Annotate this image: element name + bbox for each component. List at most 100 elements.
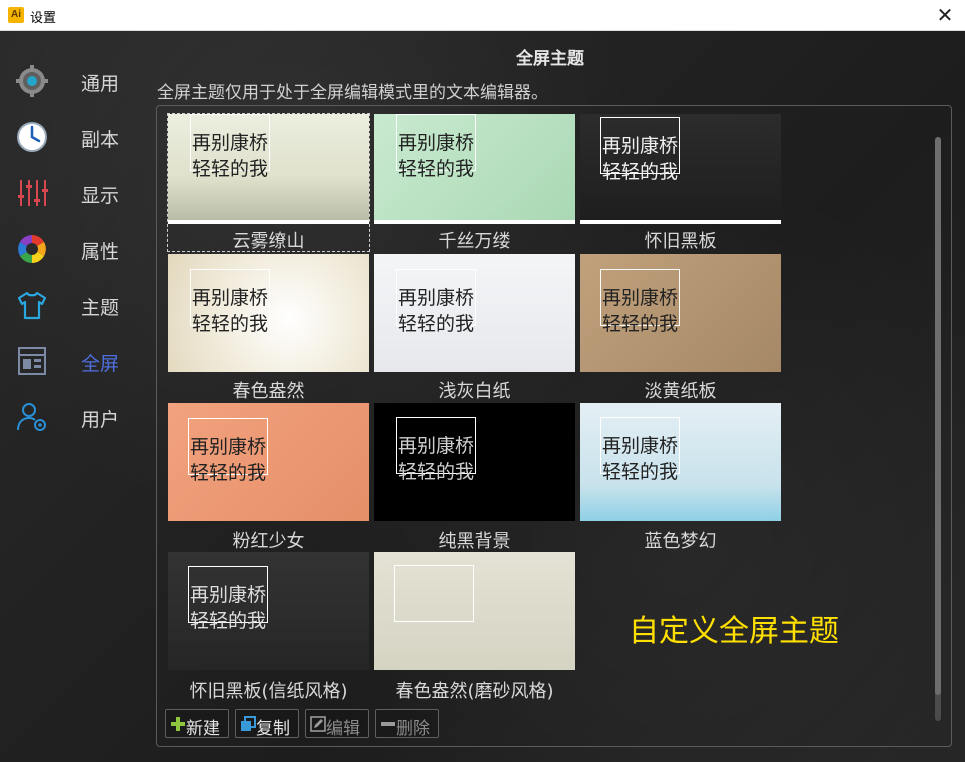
theme-thumbnail: 再别康桥 轻轻的我: [168, 114, 369, 220]
new-button[interactable]: 新建: [165, 709, 229, 739]
sidebar-item-label: 显示: [81, 185, 120, 207]
sidebar-item-theme[interactable]: 主题: [0, 277, 150, 333]
preview-text-line: 轻轻的我: [398, 158, 475, 180]
theme-thumbnail: 再别康桥 轻轻的我: [168, 552, 369, 670]
preview-text-line: 再别康桥: [398, 435, 475, 457]
theme-tile[interactable]: 再别康桥轻轻的我 纯黑背景: [374, 403, 575, 552]
theme-tile[interactable]: 再别康桥轻轻的我 淡黄纸板: [580, 254, 781, 402]
theme-thumbnail: 再别康桥 轻轻的我: [168, 403, 369, 521]
preview-text-line: 轻轻的我: [398, 461, 475, 483]
theme-name: 纯黑背景: [438, 531, 511, 552]
preview-text-line: 再别康桥: [602, 287, 679, 309]
copy-icon: [241, 716, 256, 731]
theme-name: 千丝万缕: [438, 231, 511, 252]
sidebar-item-label: 用户: [81, 409, 120, 431]
sidebar-item-label: 主题: [81, 297, 120, 319]
theme-tile[interactable]: 再别康桥轻轻的我 蓝色梦幻: [580, 403, 781, 552]
copy-button[interactable]: 复制: [235, 709, 299, 739]
theme-name: 怀旧黑板(信纸风格): [189, 681, 348, 702]
preview-text-line: 轻轻的我: [602, 313, 679, 335]
tshirt-icon: [17, 291, 47, 320]
preview-text-line: 再别康桥: [398, 132, 475, 154]
sidebar-item-general[interactable]: 通用: [0, 53, 150, 109]
fullscreen-icon: [18, 347, 46, 375]
preview-text-line: 轻轻的我: [192, 313, 269, 335]
color-wheel-icon: [18, 235, 46, 263]
theme-name: 春色盎然: [232, 381, 305, 402]
preview-text-line: 轻轻的我: [398, 313, 475, 335]
theme-tile[interactable]: 再别康桥轻轻的我 浅灰白纸: [374, 254, 575, 402]
custom-fullscreen-theme-link[interactable]: 自定义全屏主题: [629, 606, 839, 650]
theme-tile[interactable]: 再别康桥轻轻的我 怀旧黑板(信纸风格): [168, 552, 369, 702]
app-logo-icon: Ai: [8, 7, 24, 23]
plus-icon: [171, 717, 185, 731]
theme-thumbnail: 再别康桥 轻轻的我: [580, 114, 781, 220]
theme-tile[interactable]: 再别康桥轻轻的我 千丝万缕: [374, 114, 575, 252]
theme-thumbnail: 再别康桥 轻轻的我: [374, 114, 575, 220]
preview-text-line: 轻轻的我: [602, 161, 679, 183]
edit-icon: [310, 716, 326, 732]
theme-name: 云雾缭山: [232, 231, 305, 252]
sidebar-item-copy[interactable]: 副本: [0, 109, 150, 165]
preview-text-line: 轻轻的我: [602, 461, 679, 483]
preview-text-frame: [394, 565, 474, 622]
theme-thumbnail: 再别康桥 轻轻的我: [168, 254, 369, 372]
theme-name: 怀旧黑板: [644, 231, 717, 252]
theme-name: 淡黄纸板: [644, 381, 717, 402]
theme-tile[interactable]: 再别康桥轻轻的我 云雾缭山: [167, 113, 370, 252]
theme-thumbnail: 再别康桥 轻轻的我: [374, 254, 575, 372]
preview-text-line: 再别康桥: [398, 287, 475, 309]
preview-text-line: 再别康桥: [192, 132, 269, 154]
theme-tile[interactable]: 再别康桥轻轻的我 春色盎然: [168, 254, 369, 402]
sidebar-nav: 通用 副本 显示 属性 主题 全屏 用户: [0, 53, 150, 445]
sidebar-item-label: 副本: [81, 129, 120, 151]
thumbnail-bar: [580, 220, 781, 224]
settings-main: 通用 副本 显示 属性 主题 全屏 用户 全屏主题 全屏主题仅用于处于全屏编辑模…: [0, 31, 965, 762]
preview-text-line: 轻轻的我: [192, 158, 269, 180]
scrollbar-thumb[interactable]: [935, 137, 941, 695]
copy-button-label: 复制: [256, 719, 290, 739]
preview-text-line: 再别康桥: [190, 436, 267, 458]
theme-tile[interactable]: 再别康桥轻轻的我 粉红少女: [168, 403, 369, 552]
edit-button[interactable]: 编辑: [305, 709, 369, 739]
page-title: 全屏主题: [516, 49, 584, 69]
sidebar-item-label: 属性: [81, 241, 120, 263]
preview-text-line: 再别康桥: [190, 584, 267, 606]
sidebar-item-fullscreen[interactable]: 全屏: [0, 333, 150, 389]
sidebar-item-label: 全屏: [81, 353, 120, 375]
delete-button[interactable]: 删除: [375, 709, 439, 739]
theme-thumbnail: 再别康桥 轻轻的我: [374, 403, 575, 521]
minus-icon: [381, 722, 395, 726]
preview-text-line: 轻轻的我: [190, 462, 267, 484]
user-settings-icon: [17, 403, 46, 431]
theme-name: 粉红少女: [232, 531, 305, 552]
thumbnail-bar: [374, 220, 575, 224]
theme-thumbnail: 再别康桥 轻轻的我: [580, 403, 781, 521]
new-button-label: 新建: [186, 719, 220, 739]
window-title: 设置: [30, 11, 57, 26]
sidebar-item-properties[interactable]: 属性: [0, 221, 150, 277]
preview-text-line: 轻轻的我: [190, 610, 267, 632]
sidebar-item-label: 通用: [81, 73, 120, 95]
sliders-icon: [18, 180, 48, 206]
theme-name: 春色盎然(磨砂风格): [395, 681, 554, 702]
theme-name: 蓝色梦幻: [644, 531, 717, 552]
edit-button-label: 编辑: [326, 719, 360, 739]
page-description: 全屏主题仅用于处于全屏编辑模式里的文本编辑器。: [157, 83, 548, 103]
clock-icon: [17, 122, 47, 152]
gear-icon: [16, 65, 48, 97]
theme-thumbnail: 再别康桥 轻轻的我: [580, 254, 781, 372]
theme-name: 浅灰白纸: [438, 381, 511, 402]
preview-text-line: 再别康桥: [192, 287, 269, 309]
delete-button-label: 删除: [396, 719, 430, 739]
sidebar-item-user[interactable]: 用户: [0, 389, 150, 445]
thumbnail-bar: [168, 220, 369, 224]
title-bar: Ai 设置 ✕: [0, 0, 965, 31]
scrollbar[interactable]: [935, 137, 941, 721]
preview-text-line: 再别康桥: [602, 135, 679, 157]
theme-tile[interactable]: 春色盎然(磨砂风格): [374, 552, 575, 702]
close-icon[interactable]: ✕: [933, 4, 957, 26]
theme-tile[interactable]: 再别康桥轻轻的我 怀旧黑板: [580, 114, 781, 252]
sidebar-item-display[interactable]: 显示: [0, 165, 150, 221]
preview-text-line: 再别康桥: [602, 435, 679, 457]
